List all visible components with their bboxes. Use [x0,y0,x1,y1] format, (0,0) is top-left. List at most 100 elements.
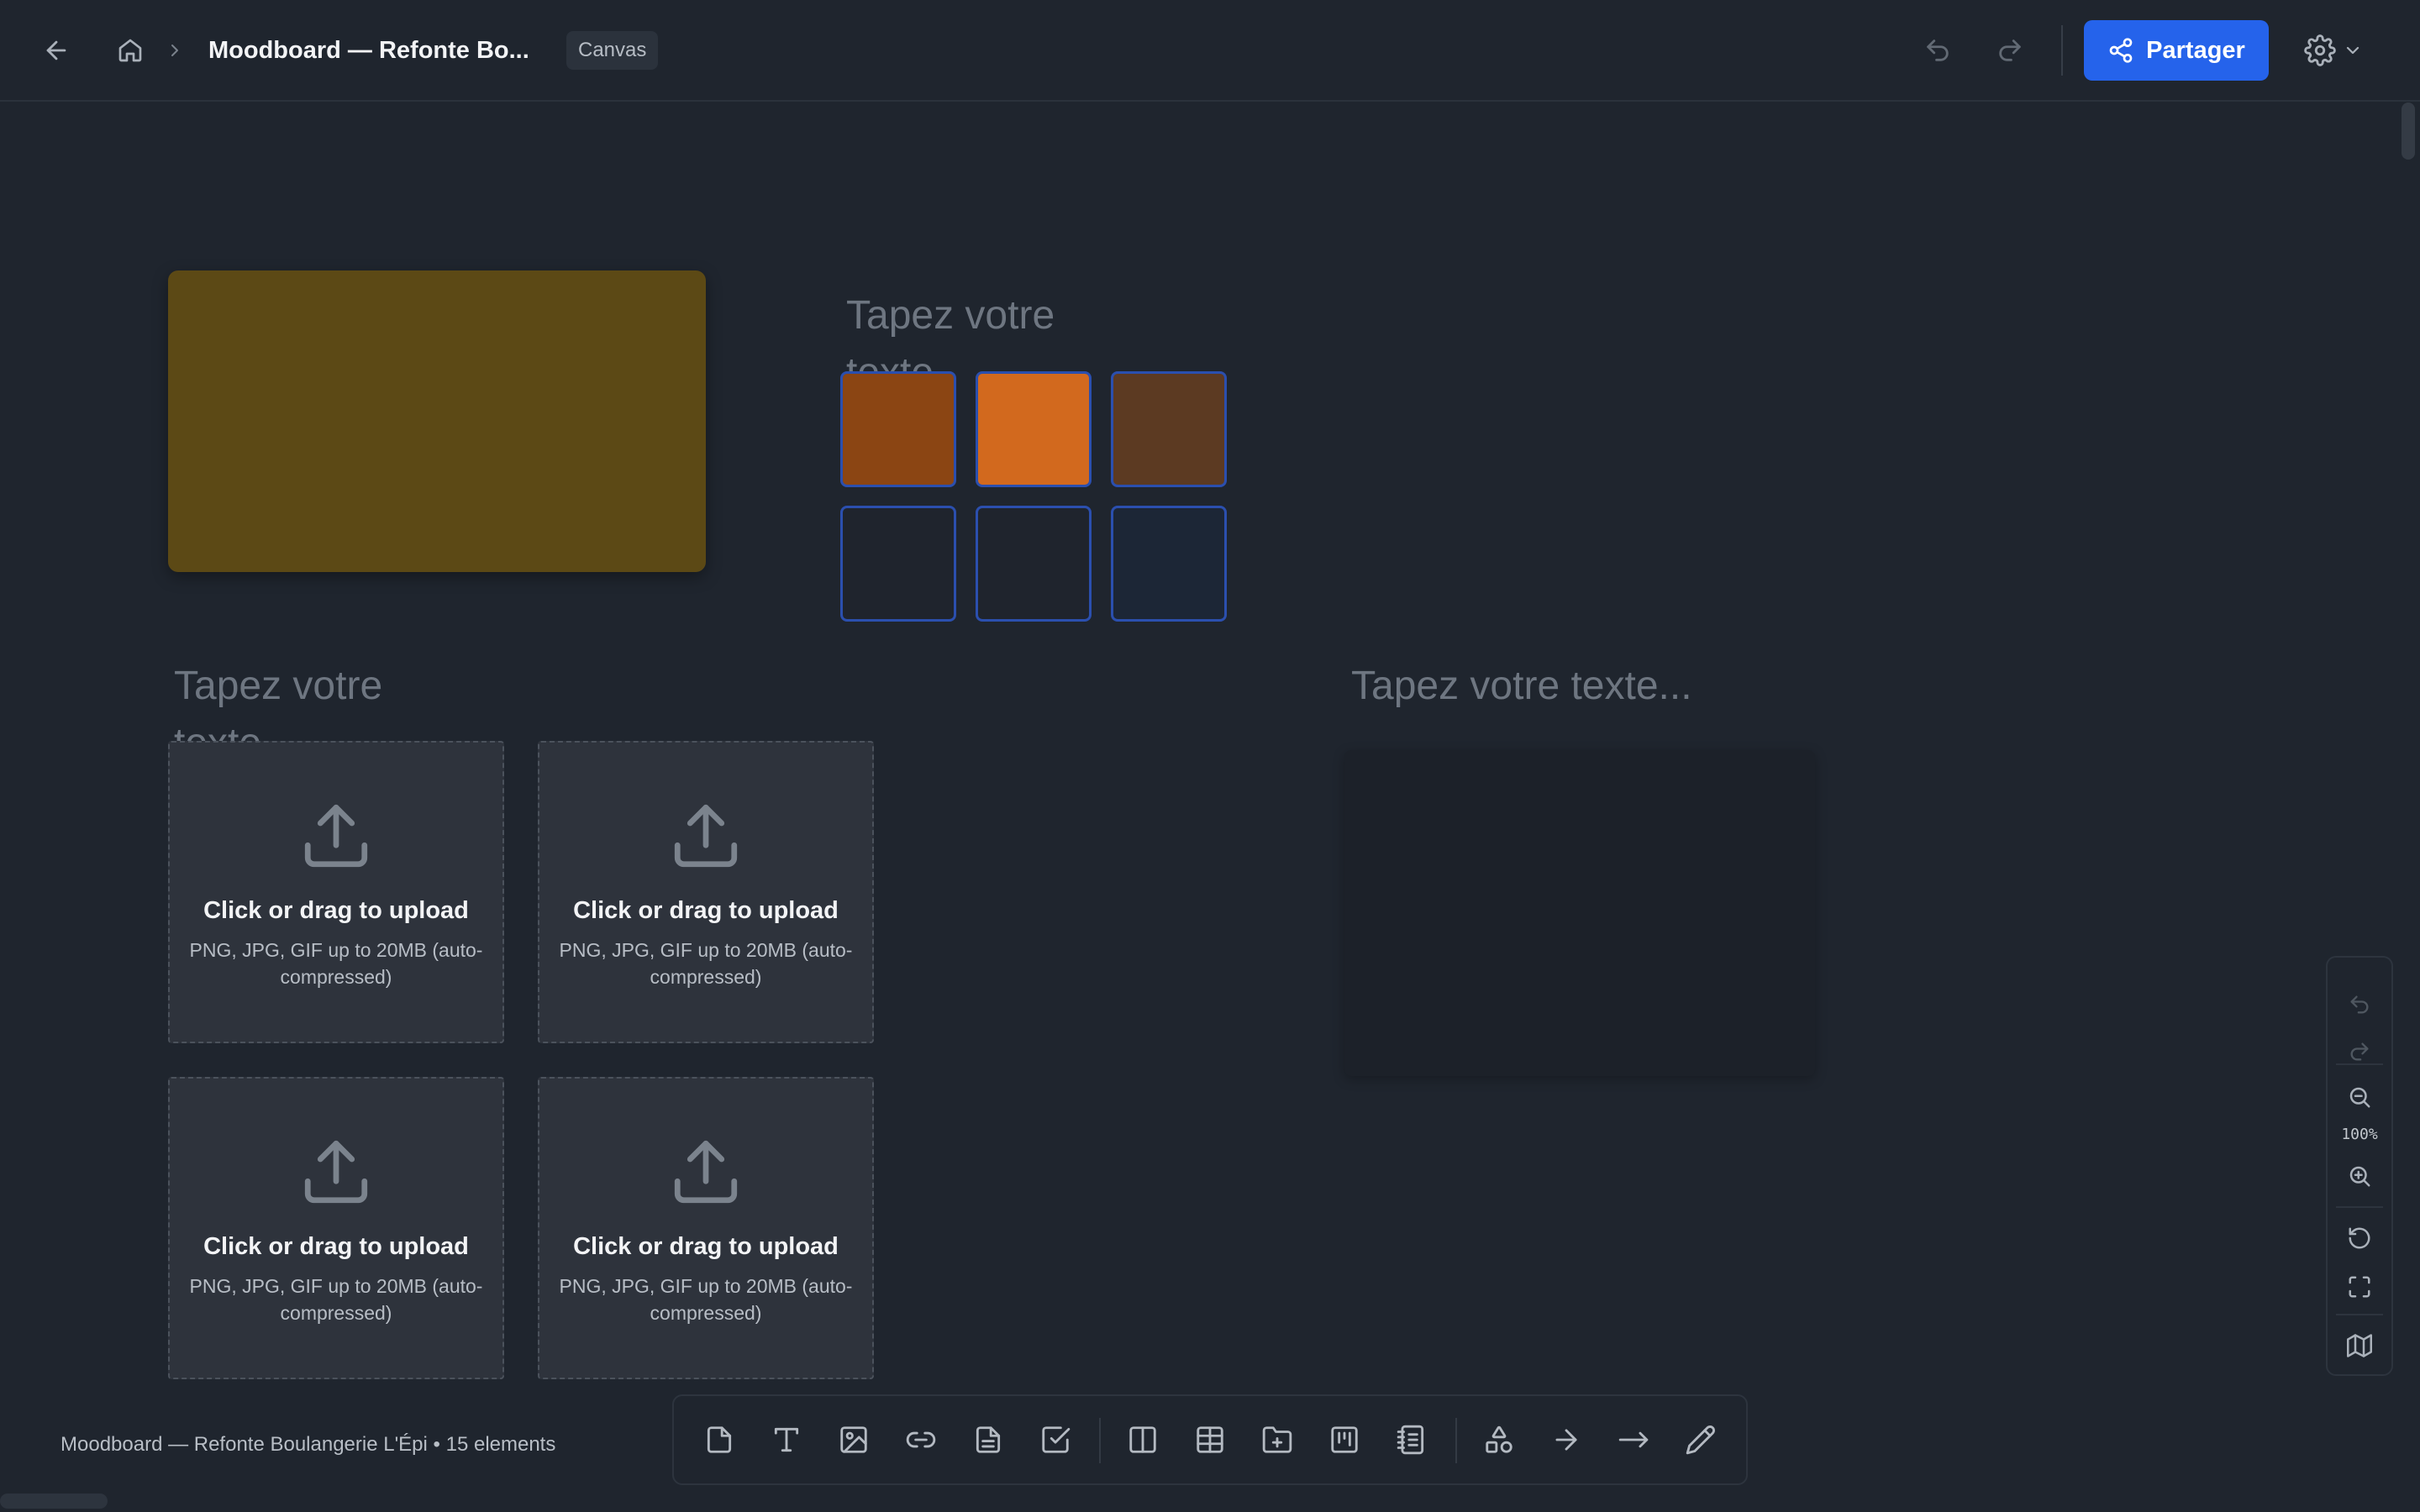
image-upload-dropzone[interactable]: Click or drag to upload PNG, JPG, GIF up… [168,741,504,1043]
color-palette [840,371,1228,623]
reset-zoom-button[interactable] [2328,1216,2391,1260]
tool-table[interactable] [1186,1416,1234,1463]
shapes-icon [1483,1424,1515,1456]
bottom-toolbar [672,1394,1748,1485]
text-block-3[interactable]: Tapez votre texte... [1351,658,1822,717]
sticky-note[interactable] [168,270,706,572]
upload-subtitle: PNG, JPG, GIF up to 20MB (auto-compresse… [189,1275,483,1324]
image-upload-dropzone[interactable]: Click or drag to upload PNG, JPG, GIF up… [168,1077,504,1379]
share-label: Partager [2146,36,2245,64]
rotate-ccw-icon [2347,1226,2372,1251]
upload-icon [668,798,744,874]
maximize-icon [2347,1274,2372,1299]
text-icon [771,1424,802,1456]
tool-board[interactable] [1321,1416,1368,1463]
color-swatch[interactable] [840,371,956,487]
upload-subtitle: PNG, JPG, GIF up to 20MB (auto-compresse… [559,939,853,988]
gear-icon [2304,34,2336,66]
tool-text[interactable] [763,1416,810,1463]
zoom-in-button[interactable] [2328,1154,2391,1198]
map-icon [2347,1333,2372,1358]
upload-title: Click or drag to upload [573,897,839,924]
fit-to-screen-button[interactable] [2328,1265,2391,1309]
page-title[interactable]: Moodboard — Refonte Bo... [208,34,529,67]
header-divider [2061,25,2063,76]
upload-icon [668,1134,744,1210]
upload-subtitle: PNG, JPG, GIF up to 20MB (auto-compresse… [559,1275,853,1324]
zoom-controls: 100% [2326,956,2393,1376]
share-icon [2107,37,2134,64]
redo-button-small[interactable] [2328,1030,2391,1074]
zoom-divider [2336,1314,2383,1315]
link-icon [905,1424,937,1456]
upload-title: Click or drag to upload [203,897,469,924]
board-status: Moodboard — Refonte Boulangerie L'Épi • … [60,1433,556,1456]
zoom-in-icon [2347,1163,2372,1189]
folder-plus-icon [1261,1424,1293,1456]
tool-link[interactable] [897,1416,944,1463]
redo-button[interactable] [1988,30,2032,71]
image-upload-dropzone[interactable]: Click or drag to upload PNG, JPG, GIF up… [538,1077,874,1379]
tool-folder[interactable] [1254,1416,1301,1463]
tool-list[interactable] [1388,1416,1435,1463]
settings-menu-button[interactable] [2296,30,2371,71]
tool-checklist[interactable] [1032,1416,1079,1463]
minimap-button[interactable] [2328,1324,2391,1368]
undo-button-small[interactable] [2328,983,2391,1026]
document-icon [972,1424,1004,1456]
vertical-scrollbar[interactable] [2402,102,2415,160]
view-badge: Canvas [566,31,659,70]
toolbar-divider [1099,1418,1101,1463]
columns-icon [1127,1424,1159,1456]
chevron-right-icon [160,34,190,67]
tool-shapes[interactable] [1476,1416,1523,1463]
upload-icon [298,1134,374,1210]
tool-column[interactable] [1119,1416,1166,1463]
back-button[interactable] [34,30,79,71]
text-block-1[interactable]: Tapez votre texte... [846,287,1090,373]
upload-title: Click or drag to upload [573,1233,839,1260]
zoom-out-button[interactable] [2328,1075,2391,1119]
home-button[interactable] [109,30,151,71]
zoom-divider [2336,1206,2383,1208]
zoom-level: 100% [2341,1126,2378,1143]
image-upload-dropzone[interactable]: Click or drag to upload PNG, JPG, GIF up… [538,741,874,1043]
upload-icon [298,798,374,874]
zoom-out-icon [2347,1084,2372,1110]
chevron-down-icon [2343,40,2363,60]
color-swatch[interactable] [976,371,1092,487]
share-button[interactable]: Partager [2084,20,2269,81]
undo-icon [2348,993,2371,1016]
color-swatch[interactable] [1111,506,1227,622]
empty-card[interactable] [1344,750,1815,1076]
table-icon [1194,1424,1226,1456]
zoom-divider [2336,1063,2383,1065]
undo-icon [1923,36,1952,65]
color-swatch[interactable] [840,506,956,622]
toolbar-divider [1455,1418,1457,1463]
home-icon [117,37,144,64]
redo-icon [2348,1040,2371,1063]
upload-title: Click or drag to upload [203,1233,469,1260]
top-bar: Moodboard — Refonte Bo... Canvas Partage… [0,0,2420,102]
color-swatch[interactable] [976,506,1092,622]
notebook-icon [1396,1424,1428,1456]
tool-note[interactable] [696,1416,743,1463]
upload-subtitle: PNG, JPG, GIF up to 20MB (auto-compresse… [189,939,483,988]
tool-image[interactable] [830,1416,877,1463]
tool-arrow[interactable] [1543,1416,1590,1463]
tool-pen[interactable] [1677,1416,1724,1463]
note-icon [703,1424,735,1456]
line-arrow-icon [1617,1424,1650,1456]
undo-button[interactable] [1916,30,1960,71]
pencil-icon [1685,1424,1717,1456]
color-swatch[interactable] [1111,371,1227,487]
horizontal-scrollbar[interactable] [0,1494,108,1509]
tool-line[interactable] [1610,1416,1657,1463]
arrow-right-icon [1550,1424,1582,1456]
tool-document[interactable] [965,1416,1012,1463]
text-block-2[interactable]: Tapez votre texte... [174,658,418,743]
kanban-icon [1328,1424,1360,1456]
image-icon [838,1424,870,1456]
redo-icon [1996,36,2024,65]
